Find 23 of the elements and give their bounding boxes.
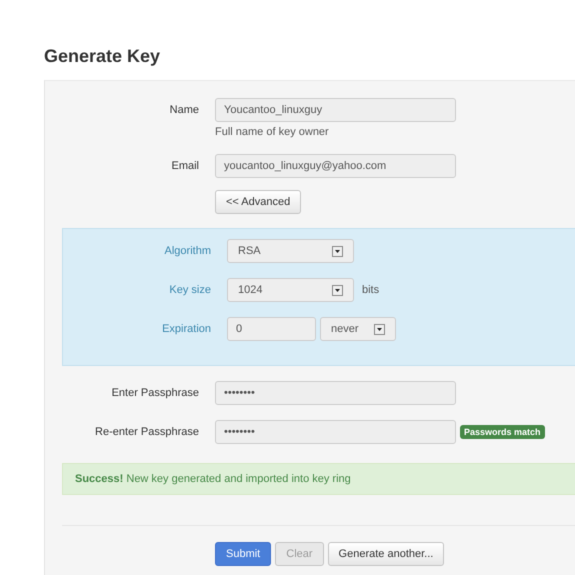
success-alert: Success! New key generated and imported into key ring xyxy=(62,463,575,495)
field-label: Algorithm xyxy=(164,245,211,257)
passphrase-field[interactable]: •••••••• xyxy=(215,381,456,405)
unit-label: bits xyxy=(362,284,380,296)
match-badge: Passwords match xyxy=(460,425,545,439)
field-label: Key size xyxy=(168,284,211,296)
field-label: Name xyxy=(168,104,199,116)
key-size-select[interactable]: 1024 xyxy=(227,278,354,302)
field-label: Re-enter Passphrase xyxy=(94,426,199,438)
expiration-unit-select[interactable]: never xyxy=(320,317,396,341)
field-label: Expiration xyxy=(161,323,211,335)
page-title: Generate Key xyxy=(44,45,162,68)
text-field[interactable]: youcantoo_linuxguy@yahoo.com xyxy=(215,154,456,178)
form-button[interactable]: Generate another... xyxy=(328,542,444,566)
field-label: Enter Passphrase xyxy=(110,387,199,399)
passphrase-field[interactable]: •••••••• xyxy=(215,420,456,444)
field-hint: Full name of key owner xyxy=(215,126,330,138)
algorithm-select[interactable]: RSA xyxy=(227,239,354,263)
expiration-field[interactable]: 0 xyxy=(227,317,316,341)
field-label: Email xyxy=(170,160,199,172)
text-field[interactable]: Youcantoo_linuxguy xyxy=(215,98,456,122)
advanced-button[interactable]: << Advanced xyxy=(215,190,302,214)
form-button[interactable]: Submit xyxy=(215,542,272,566)
